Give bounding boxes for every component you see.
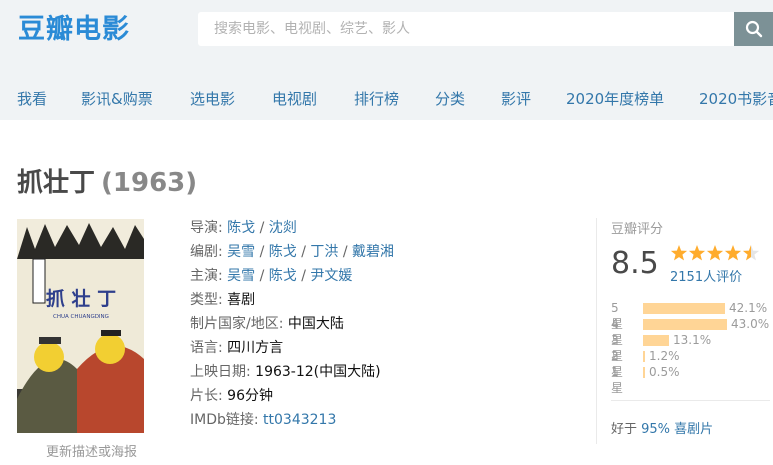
search-input[interactable] — [198, 12, 736, 46]
movie-info: 导演: 陈戈 / 沈剡 编剧: 吴雪 / 陈戈 / 丁洪 / 戴碧湘 主演: 吴… — [190, 216, 570, 432]
rating-bar — [643, 303, 725, 314]
info-row-writer: 编剧: 吴雪 / 陈戈 / 丁洪 / 戴碧湘 — [190, 244, 395, 260]
nav-item-explore[interactable]: 选电影 — [190, 88, 235, 110]
nav-item-tv[interactable]: 电视剧 — [272, 88, 317, 110]
release-value: 1963-12(中国大陆) — [255, 364, 381, 380]
star-icon — [706, 245, 724, 261]
director-label: 导演: — [190, 220, 228, 236]
writer-link[interactable]: 陈戈 — [269, 244, 297, 260]
star-icon — [670, 245, 688, 261]
info-row-language: 语言: 四川方言 — [190, 336, 570, 360]
rating-divider — [611, 400, 770, 401]
better-than: 好于 95% 喜剧片 — [611, 418, 713, 437]
info-row-region: 制片国家/地区: 中国大陆 — [190, 312, 570, 336]
rating-percent: 43.0% — [731, 317, 770, 331]
region-label: 制片国家/地区: — [190, 316, 288, 332]
rating-panel: 豆瓣评分 8.5 2151人评价 5星 42.1% 4星 43.0% 3星 13.1%… — [596, 218, 773, 444]
rating-bar — [643, 335, 669, 346]
cast-link[interactable]: 尹文媛 — [310, 268, 352, 284]
info-row-genre: 类型: 喜剧 — [190, 288, 570, 312]
release-label: 上映日期: — [190, 364, 256, 380]
movie-year: (1963) — [101, 168, 198, 198]
nav-item-tag[interactable]: 分类 — [435, 88, 465, 110]
region-value: 中国大陆 — [287, 316, 344, 332]
nav-item-books-2020[interactable]: 2020书影音 — [699, 88, 773, 110]
genre-value: 喜剧 — [227, 292, 256, 308]
nav-item-review[interactable]: 影评 — [501, 88, 531, 110]
nav-item-chart[interactable]: 排行榜 — [354, 88, 399, 110]
cast-label: 主演: — [190, 268, 228, 284]
star-icon — [724, 245, 742, 261]
rating-bar — [643, 319, 727, 330]
star-level-label: 1星 — [611, 365, 624, 395]
writer-link[interactable]: 吴雪 — [227, 244, 255, 260]
movie-title: 抓壮丁 — [17, 168, 96, 198]
search-button[interactable] — [734, 12, 773, 46]
rating-percent: 13.1% — [673, 333, 712, 347]
rating-bar — [643, 367, 645, 378]
rating-percent: 1.2% — [649, 349, 680, 363]
rating-percent: 0.5% — [649, 365, 680, 379]
page-title: 抓壮丁 (1963) — [17, 166, 197, 200]
rating-score: 8.5 — [611, 246, 659, 281]
info-row-imdb: IMDb链接: tt0343213 — [190, 408, 570, 432]
movie-poster[interactable]: 抓 壮 丁 CHUA CHUANGDING — [17, 219, 144, 433]
imdb-link[interactable]: tt0343213 — [263, 412, 336, 428]
better-than-prefix: 好于 — [611, 422, 642, 437]
info-row-cast: 主演: 吴雪 / 陈戈 / 尹文媛 — [190, 268, 353, 284]
search-icon — [745, 20, 762, 38]
nav-item-showtimes[interactable]: 影讯&购票 — [81, 88, 153, 110]
nav-item-annual-2020[interactable]: 2020年度榜单 — [566, 88, 664, 110]
info-row-runtime: 片长: 96分钟 — [190, 384, 570, 408]
cast-link[interactable]: 陈戈 — [269, 268, 297, 284]
language-value: 四川方言 — [227, 340, 284, 356]
rating-label: 豆瓣评分 — [611, 222, 664, 237]
poster-title-text: 抓 壮 丁 — [46, 287, 116, 310]
runtime-value: 96分钟 — [227, 388, 273, 404]
cast-link[interactable]: 吴雪 — [227, 268, 255, 284]
director-link[interactable]: 沈剡 — [269, 220, 297, 236]
info-row-release: 上映日期: 1963-12(中国大陆) — [190, 360, 570, 384]
runtime-label: 片长: — [190, 388, 228, 404]
rating-percent: 42.1% — [729, 301, 768, 315]
better-than-link[interactable]: 95% 喜剧片 — [641, 422, 713, 437]
writer-link[interactable]: 丁洪 — [310, 244, 338, 260]
poster-subtitle-text: CHUA CHUANGDING — [53, 314, 109, 320]
writer-link[interactable]: 戴碧湘 — [352, 244, 394, 260]
rating-bar — [643, 351, 645, 362]
poster-artwork: 抓 壮 丁 CHUA CHUANGDING — [17, 219, 144, 433]
genre-label: 类型: — [190, 292, 228, 308]
language-label: 语言: — [190, 340, 228, 356]
rating-stars — [670, 245, 760, 261]
star-icon — [688, 245, 706, 261]
imdb-label: IMDb链接: — [190, 412, 264, 428]
top-header: 豆瓣电影 我看 影讯&购票 选电影 电视剧 排行榜 分类 影评 2020年度榜单… — [0, 0, 773, 120]
nav-item-mine[interactable]: 我看 — [17, 88, 47, 110]
main-nav: 我看 影讯&购票 选电影 电视剧 排行榜 分类 影评 2020年度榜单 2020… — [0, 78, 773, 120]
info-row-director: 导演: 陈戈 / 沈剡 — [190, 220, 297, 236]
director-link[interactable]: 陈戈 — [227, 220, 255, 236]
rating-count-link[interactable]: 2151人评价 — [670, 266, 742, 285]
star-icon — [742, 245, 760, 261]
douban-movie-logo[interactable]: 豆瓣电影 — [18, 12, 130, 48]
writer-label: 编剧: — [190, 244, 228, 260]
update-poster-link[interactable]: 更新描述或海报 — [46, 444, 137, 462]
